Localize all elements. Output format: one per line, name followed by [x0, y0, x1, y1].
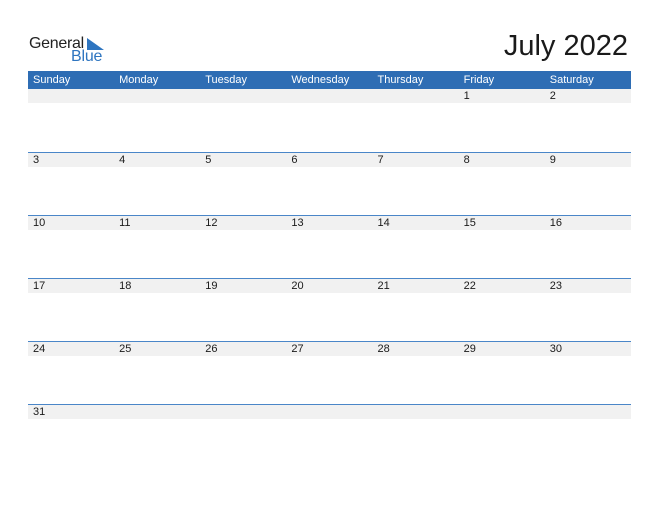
- week-row: 3 4 5 6 7 8 9: [28, 152, 631, 215]
- day-cell: 1: [463, 90, 470, 102]
- weekday-friday: Friday: [463, 74, 495, 86]
- day-cell: 29: [463, 343, 476, 355]
- weekday-monday: Monday: [119, 74, 159, 86]
- weekday-header: Sunday Monday Tuesday Wednesday Thursday…: [28, 71, 631, 89]
- day-cell: 24: [33, 343, 46, 355]
- day-cell: 3: [33, 154, 40, 166]
- day-cell: 16: [549, 217, 562, 229]
- date-strip: 12: [28, 89, 631, 103]
- date-strip: 10 11 12 13 14 15 16: [28, 216, 631, 230]
- day-cell: [373, 89, 459, 103]
- weekday-thursday: Thursday: [377, 74, 424, 86]
- day-cell: [200, 89, 286, 103]
- date-strip: 31: [28, 405, 631, 419]
- week-row: 12: [28, 89, 631, 152]
- weekday-sunday: Sunday: [33, 74, 71, 86]
- day-cell: 19: [205, 280, 218, 292]
- day-cell: 20: [291, 280, 304, 292]
- date-strip: 24 25 26 27 28 29 30: [28, 342, 631, 356]
- weekday-tuesday: Tuesday: [205, 74, 248, 86]
- week-row: 31: [28, 404, 631, 467]
- day-cell: 27: [291, 343, 304, 355]
- day-cell: [286, 89, 372, 103]
- day-cell: 26: [205, 343, 218, 355]
- weekday-saturday: Saturday: [549, 74, 594, 86]
- week-row: 10 11 12 13 14 15 16: [28, 215, 631, 278]
- day-cell: 14: [377, 217, 390, 229]
- day-cell: 23: [549, 280, 562, 292]
- day-cell: 25: [119, 343, 132, 355]
- date-strip: 3 4 5 6 7 8 9: [28, 153, 631, 167]
- brand-logo: General Blue: [29, 35, 119, 67]
- day-cell: 7: [377, 154, 384, 166]
- date-strip: 17 18 19 20 21 22 23: [28, 279, 631, 293]
- day-cell: 17: [33, 280, 46, 292]
- day-cell: 18: [119, 280, 132, 292]
- day-cell: [286, 405, 372, 419]
- day-cell: 28: [377, 343, 390, 355]
- day-cell: 5: [205, 154, 212, 166]
- day-cell: 12: [205, 217, 218, 229]
- day-cell: 9: [549, 154, 556, 166]
- day-cell: [114, 405, 200, 419]
- day-cell: 30: [549, 343, 562, 355]
- day-cell: [28, 89, 114, 103]
- week-row: 24 25 26 27 28 29 30: [28, 341, 631, 404]
- weekday-wednesday: Wednesday: [291, 74, 350, 86]
- day-cell: 10: [33, 217, 46, 229]
- day-cell: [114, 89, 200, 103]
- day-cell: 11: [119, 217, 131, 229]
- week-row: 17 18 19 20 21 22 23: [28, 278, 631, 341]
- day-cell: 4: [119, 154, 126, 166]
- day-cell: 6: [291, 154, 298, 166]
- day-cell: 15: [463, 217, 476, 229]
- day-cell: [545, 405, 631, 419]
- day-cell: [373, 405, 459, 419]
- day-cell: 2: [549, 90, 556, 102]
- day-cell: 8: [463, 154, 470, 166]
- calendar-title: July 2022: [503, 30, 628, 62]
- day-cell: [459, 405, 545, 419]
- day-cell: [200, 405, 286, 419]
- logo-text-blue: Blue: [71, 48, 103, 65]
- day-cell: 22: [463, 280, 476, 292]
- day-cell: 31: [33, 406, 46, 418]
- day-cell: 21: [377, 280, 390, 292]
- day-cell: 13: [291, 217, 304, 229]
